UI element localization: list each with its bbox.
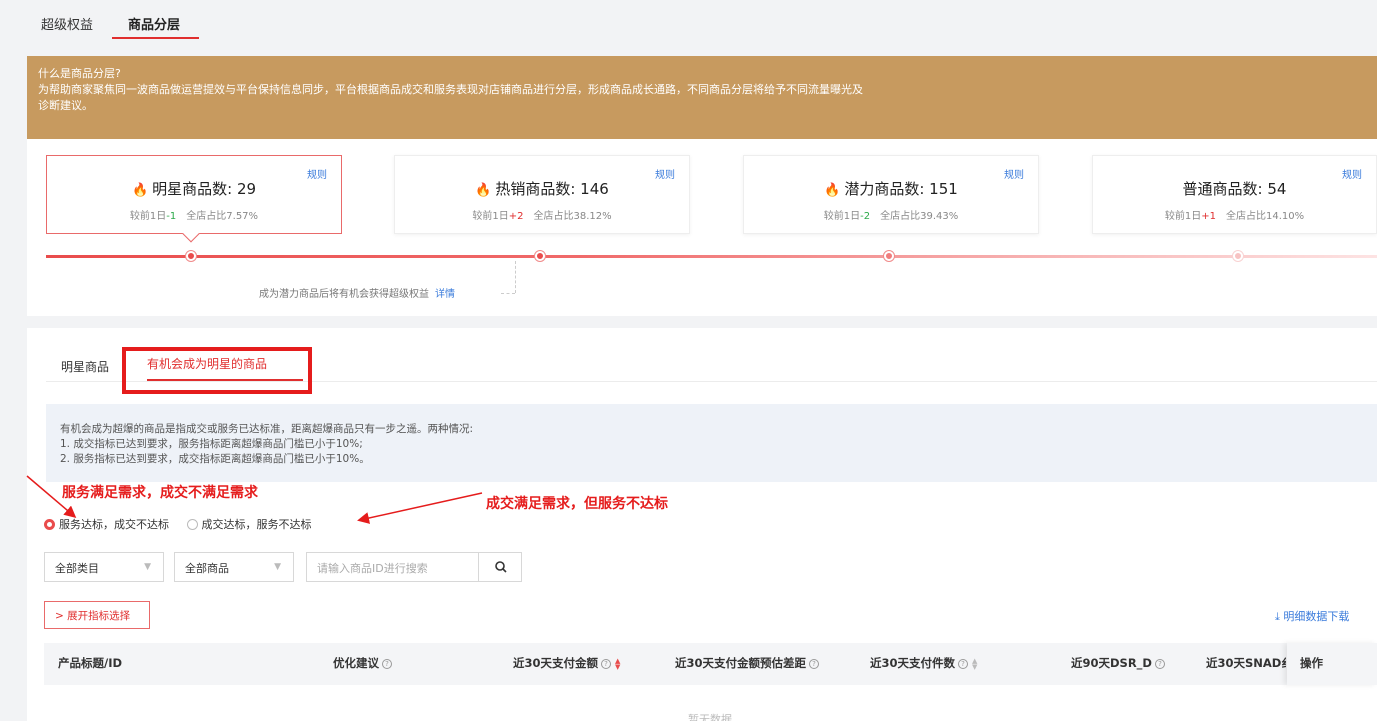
goods-select[interactable]: 全部商品 ▼ [174,552,294,582]
tier-card-normal[interactable]: 规则 普通商品数: 54 较前1日+1 全店占比14.10% [1092,155,1377,234]
search-icon [495,561,507,573]
fire-icon: 🔥 [824,183,841,198]
th-product: 产品标题/ID [58,656,123,670]
connector-line [515,261,516,293]
help-icon[interactable]: ? [382,658,392,669]
th-gap: 近30天支付金额预估差距? [675,655,820,671]
tier-sub: 较前1日-1 全店占比7.57% [129,211,259,222]
tier-title: 🔥 热销商品数: 146 [475,180,609,198]
fire-icon: 🔥 [131,183,149,198]
tier-title: 🔥 潜力商品数: 151 [824,180,958,198]
annotation-right: 成交满足需求，但服务不达标 [486,496,668,512]
track-node [186,251,196,261]
download-link[interactable]: ⤓ 明细数据下载 [1275,608,1349,624]
th-advice: 优化建议? [333,655,392,671]
explanation-line: 有机会成为超爆的商品是指成交或服务已达标准，距离超爆商品只有一步之遥。两种情况: [60,423,474,435]
th-snad: 近30天SNAD纟 [1206,656,1286,670]
potential-hint: 成为潜力商品后将有机会获得超级权益 详情 [259,289,455,300]
track-node [1233,251,1243,261]
active-tab-underline [112,37,199,39]
chevron-down-icon: ▼ [144,562,151,572]
tier-title: 普通商品数: 54 [1182,180,1287,198]
connector-line [501,293,515,294]
fire-icon: 🔥 [475,183,492,198]
empty-state: 暂无数据 [688,713,732,721]
tier-sub: 较前1日+1 全店占比14.10% [1164,211,1305,222]
tab-super-rights[interactable]: 超级权益 [41,14,93,33]
progress-track [46,255,1377,258]
help-icon[interactable]: ? [601,658,612,669]
explanation-line: 2. 服务指标已达到要求，成交指标距离超爆商品门槛已小于10%。 [60,453,370,465]
expand-metrics-button[interactable]: > 展开指标选择 [44,601,150,629]
info-banner: 什么是商品分层? 为帮助商家聚焦同一波商品做运营提效与平台保持信息同步，平台根据… [27,56,1377,139]
detail-link[interactable]: 详情 [435,289,455,300]
th-ops: 操作 [1300,656,1323,670]
track-node [535,251,545,261]
explanation-line: 1. 成交指标已达到要求，服务指标距离超爆商品门槛已小于10%; [60,438,363,450]
radio-deal-ok[interactable]: 成交达标，服务不达标 [186,516,312,532]
category-select[interactable]: 全部类目 ▼ [44,552,164,582]
help-icon[interactable]: ? [1154,658,1165,669]
track-node [884,251,894,261]
help-icon[interactable]: ? [809,658,820,669]
tier-sub: 较前1日+2 全店占比38.12% [472,211,612,222]
radio-service-ok[interactable]: 服务达标，成交不达标 [44,516,169,532]
tab-product-layering[interactable]: 商品分层 [128,14,180,33]
annotation-left: 服务满足需求，成交不满足需求 [62,485,258,501]
card-pointer [182,225,200,243]
radio-unchecked-icon [186,518,198,530]
sort-icon[interactable]: ▲ ▼ [972,657,977,670]
th-pay-count[interactable]: 近30天支付件数? ▲ ▼ [870,655,977,671]
explanation-box: 有机会成为超爆的商品是指成交或服务已达标准，距离超爆商品只有一步之遥。两种情况:… [46,404,1377,482]
tier-title: 🔥 明星商品数: 29 [131,180,257,198]
banner-body: 为帮助商家聚焦同一波商品做运营提效与平台保持信息同步，平台根据商品成交和服务表现… [38,83,863,112]
highlight-box [122,347,312,394]
chevron-right-icon: > [55,610,68,622]
mode-radio-group: 服务达标，成交不达标 成交达标，服务不达标 [44,516,326,533]
tier-card-hot[interactable]: 规则 🔥 热销商品数: 146 较前1日+2 全店占比38.12% [394,155,690,234]
help-icon[interactable]: ? [958,658,969,669]
tier-card-potential[interactable]: 规则 🔥 潜力商品数: 151 较前1日-2 全店占比39.43% [743,155,1039,234]
tier-panel: 规则 🔥 明星商品数: 29 较前1日-1 全店占比7.57% 规则 🔥 热销商品数:… [27,139,1377,316]
chevron-down-icon: ▼ [274,562,281,572]
tier-card-star[interactable]: 规则 🔥 明星商品数: 29 较前1日-1 全店占比7.57% [46,155,342,243]
tab-star-products[interactable]: 明星商品 [61,358,109,375]
search-input[interactable]: 请输入商品ID进行搜索 [306,552,479,582]
top-tab-bar: 超级权益 商品分层 [0,0,1377,46]
banner-title: 什么是商品分层? [38,67,121,80]
radio-checked-icon [44,518,55,530]
search-button[interactable] [478,552,522,582]
sort-icon[interactable]: ▲ ▼ [615,657,620,670]
th-dsr: 近90天DSR_D? [1071,655,1165,671]
tier-sub: 较前1日-2 全店占比39.43% [823,211,959,222]
th-pay-amount[interactable]: 近30天支付金额? ▲ ▼ [513,655,620,671]
